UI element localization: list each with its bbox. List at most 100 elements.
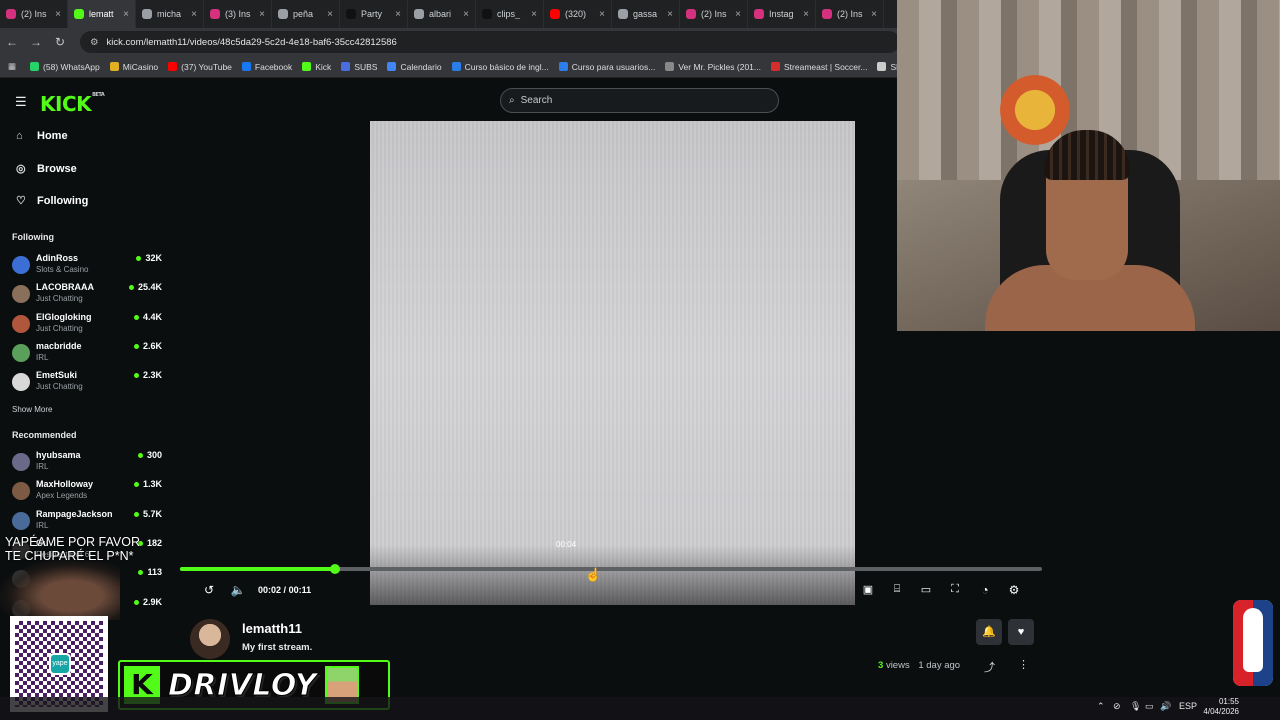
kick-logo[interactable]: KICKBETA [40,92,105,116]
browser-tab[interactable]: clips_ × [476,0,544,28]
taskbar-clock[interactable]: 01:55 4/04/2026 [1201,697,1239,717]
replay-icon[interactable]: ↺ [201,583,217,597]
fullscreen-icon[interactable]: ⛶ [947,583,963,596]
channel-item[interactable]: macbridde IRL 2.6K [12,341,162,369]
more-options-icon[interactable]: ⋮ [1018,658,1029,671]
share-icon[interactable]: ⤴ [984,659,995,675]
playback-speed-icon[interactable]: ◔ [977,583,993,597]
bookmark-item[interactable]: Kick [302,62,331,72]
clip-icon[interactable]: ⌸ [889,583,905,596]
browser-tab[interactable]: lematt × [68,0,136,28]
tray-chevron-icon[interactable]: ⌃ [1097,701,1105,712]
bookmark-item[interactable]: Curso básico de ingl... [451,62,549,72]
follow-heart-icon[interactable]: ♥ [1008,619,1034,645]
bookmark-label: Calendario [400,61,442,72]
browser-tab[interactable]: gassa × [612,0,680,28]
tab-close-icon[interactable]: × [871,9,877,20]
apps-grid-icon[interactable]: ▦ [8,61,16,72]
miniplayer-icon[interactable]: ▣ [860,583,876,596]
browser-tab[interactable]: peña × [272,0,340,28]
browser-tab[interactable]: (320) × [544,0,612,28]
show-more-link[interactable]: Show More [12,405,52,414]
streamer-avatar[interactable] [190,619,230,659]
tray-mic-icon[interactable]: 🎙 [1130,701,1141,712]
seek-bar-progress [180,567,336,571]
channel-avatar [12,482,30,501]
bookmark-label: Kick [315,61,332,72]
bookmark-item[interactable]: MiCasino [109,62,158,72]
channel-viewers: 113 [138,567,162,577]
reload-icon[interactable]: ↻ [48,35,72,49]
time-display: 00:02 / 00:11 [258,585,311,595]
bookmark-item[interactable]: Facebook [241,62,292,72]
browser-tab[interactable]: albari × [408,0,476,28]
tab-close-icon[interactable]: × [327,9,333,20]
tray-language[interactable]: ESP [1179,701,1197,711]
sidebar-item-label: Following [37,194,89,207]
bookmark-item[interactable]: Ver Mr. Pickles (201... [665,62,761,72]
browser-tab[interactable]: (3) Ins × [204,0,272,28]
url-field[interactable]: ⚙ kick.com/lematth11/videos/48c5da29-5c2… [80,31,900,53]
channel-category: IRL [36,520,49,530]
tab-close-icon[interactable]: × [191,9,197,20]
theater-mode-icon[interactable]: ▭ [918,583,934,596]
streamer-name[interactable]: lematth11 [242,621,302,636]
tab-close-icon[interactable]: × [395,9,401,20]
tab-close-icon[interactable]: × [599,9,605,20]
channel-item[interactable]: EmetSuki Just Chatting 2.3K [12,370,162,398]
sidebar-item-home[interactable]: ⌂ Home [16,130,68,142]
bookmark-item[interactable]: Streameast | Soccer... [771,62,867,72]
volume-icon[interactable]: 🔈 [230,583,246,597]
tab-close-icon[interactable]: × [123,9,129,20]
tab-close-icon[interactable]: × [55,9,61,20]
channel-item[interactable]: AdinRoss Slots & Casino 32K [12,253,162,281]
bookmark-item[interactable]: SUBS [341,62,377,72]
channel-category: Apex Legends [36,491,88,501]
browser-tab[interactable]: micha × [136,0,204,28]
browser-tab[interactable]: Party × [340,0,408,28]
bookmark-item[interactable]: Curso para usuarios... [558,62,655,72]
back-icon[interactable]: ← [0,35,24,49]
bookmark-item[interactable]: Calendario [387,61,442,72]
tab-title: gassa [633,9,658,19]
browser-tab[interactable]: (2) Ins × [680,0,748,28]
bookmark-item[interactable]: (37) YouTube [168,62,232,72]
tray-network-icon[interactable]: ▭ [1145,701,1154,712]
tab-close-icon[interactable]: × [259,9,265,20]
channel-category: Just Chatting [36,382,83,392]
menu-icon[interactable]: ☰ [15,94,27,110]
channel-viewers: 2.9K [134,597,162,607]
tab-title: clips_ [497,9,521,19]
browser-tab[interactable]: (2) Ins × [816,0,884,28]
tray-volume-icon[interactable]: 🔊 [1160,701,1171,712]
search-input[interactable]: ⌕ Search [500,88,779,113]
channel-item[interactable]: ElGlogloking Just Chatting 4.4K [12,312,162,340]
browser-tab[interactable]: (2) Ins × [0,0,68,28]
settings-gear-icon[interactable]: ⚙ [1006,583,1022,597]
channel-viewers: 4.4K [134,312,162,322]
channel-item[interactable]: RampageJackson IRL 5.7K [12,509,162,537]
forward-icon[interactable]: → [24,35,48,49]
bookmark-item[interactable]: (58) WhatsApp [30,62,100,72]
bookmark-label: (58) WhatsApp [43,61,100,72]
channel-item[interactable]: hyubsama IRL 300 [12,450,162,478]
channel-item[interactable]: LACOBRAAA Just Chatting 25.4K [12,282,162,310]
tab-close-icon[interactable]: × [463,9,469,20]
tab-close-icon[interactable]: × [531,9,537,20]
tray-network-off-icon[interactable]: ⊘ [1113,701,1121,712]
tab-favicon-icon [550,9,560,19]
site-info-icon[interactable]: ⚙ [90,37,99,48]
channel-name: LACOBRAAA [36,282,94,293]
sidebar-item-following[interactable]: ♡ Following [16,194,89,208]
notification-bell-icon[interactable]: 🔔 [976,619,1002,645]
browser-tab[interactable]: Instag × [748,0,816,28]
bookmark-favicon-icon [30,62,40,71]
tab-title: (2) Ins [21,9,47,19]
seek-handle[interactable] [330,564,341,574]
tab-title: albari [429,9,452,19]
tab-close-icon[interactable]: × [803,9,809,20]
tab-close-icon[interactable]: × [735,9,741,20]
sidebar-item-browse[interactable]: ◎ Browse [16,162,77,176]
tab-close-icon[interactable]: × [667,9,673,20]
channel-item[interactable]: MaxHolloway Apex Legends 1.3K [12,479,162,507]
